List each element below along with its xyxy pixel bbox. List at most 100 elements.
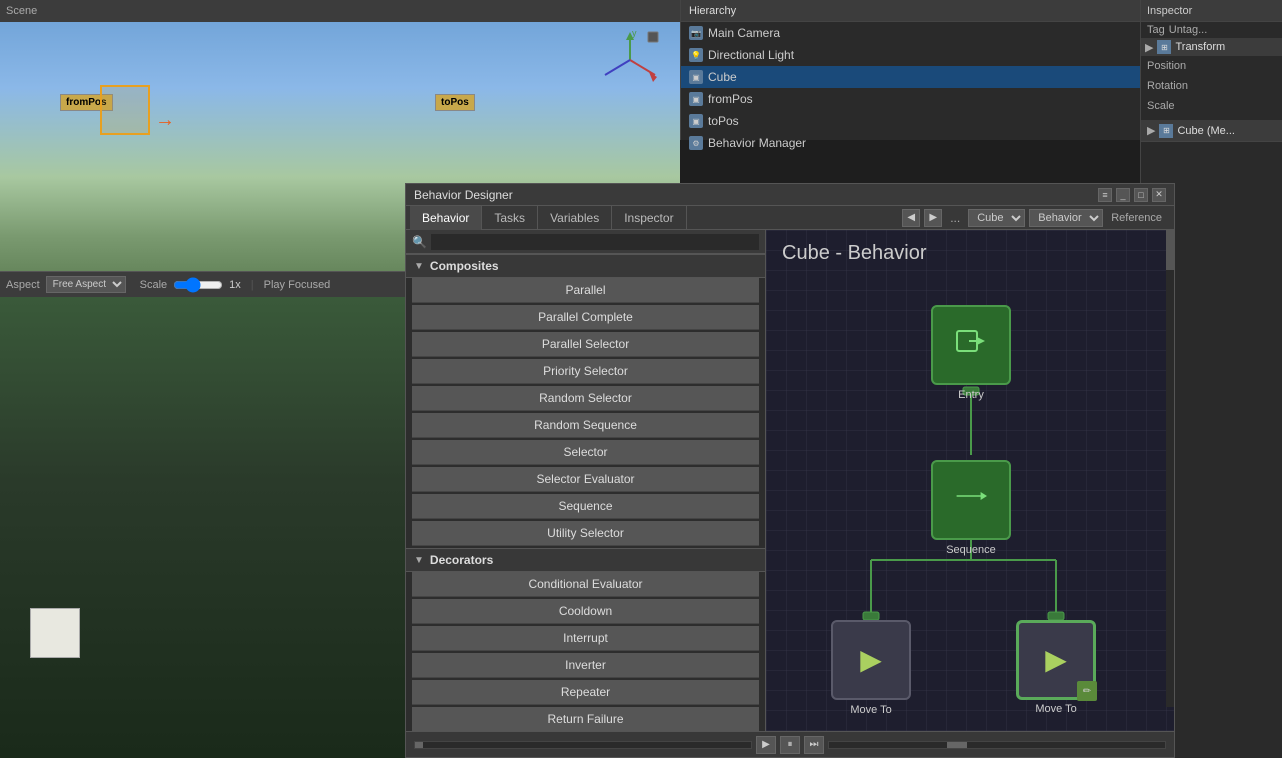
moveto2-node[interactable]: ▶ ✏ Move To <box>1016 620 1096 700</box>
tab-tasks[interactable]: Tasks <box>482 206 538 230</box>
hierarchy-item-behavior-manager[interactable]: ⚙ Behavior Manager <box>681 132 1140 154</box>
topos-icon: ▣ <box>689 114 703 128</box>
task-parallel[interactable]: Parallel <box>412 278 759 303</box>
sequence-label: Sequence <box>946 544 996 556</box>
scale-label: Scale <box>1147 100 1175 112</box>
bd-menu-btn[interactable]: ≡ <box>1098 188 1112 202</box>
bd-content: 🔍 ▼ Composites Parallel Parallel Complet… <box>406 230 1174 733</box>
composites-label: Composites <box>430 259 499 273</box>
task-selector-evaluator[interactable]: Selector Evaluator <box>412 467 759 492</box>
hierarchy-item-frompos[interactable]: ▣ fromPos <box>681 88 1140 110</box>
entry-icon <box>955 325 987 364</box>
behavior-designer: Behavior Designer ≡ _ □ ✕ Behavior Tasks… <box>405 183 1175 758</box>
task-random-selector[interactable]: Random Selector <box>412 386 759 411</box>
task-cooldown[interactable]: Cooldown <box>412 599 759 624</box>
task-repeater[interactable]: Repeater <box>412 680 759 705</box>
position-row: Position <box>1141 56 1282 76</box>
transform-expand-icon: ▶ <box>1145 41 1153 54</box>
bd-scroll-right[interactable] <box>828 741 1166 749</box>
playback-pause[interactable]: ⏸ <box>780 736 800 754</box>
graph-scrollbar-track[interactable] <box>1166 230 1174 707</box>
task-return-failure[interactable]: Return Failure <box>412 707 759 732</box>
tab-behavior[interactable]: Behavior <box>410 206 482 230</box>
hierarchy-item-label: Main Camera <box>708 26 780 40</box>
moveto1-label: Move To <box>850 704 891 716</box>
hierarchy-item-cube[interactable]: ▣ Cube <box>681 66 1140 88</box>
hierarchy-item-main-camera[interactable]: 📷 Main Camera <box>681 22 1140 44</box>
task-sequence[interactable]: Sequence <box>412 494 759 519</box>
behavior-graph[interactable]: Cube - Behavior <box>766 230 1174 733</box>
position-label: Position <box>1147 60 1186 72</box>
graph-scrollbar-thumb[interactable] <box>1166 230 1174 270</box>
inspector-title: Inspector <box>1147 5 1192 17</box>
task-selector[interactable]: Selector <box>412 440 759 465</box>
composites-arrow: ▼ <box>414 261 424 272</box>
cube-mesh-expand-icon: ▶ <box>1147 124 1155 137</box>
task-list: 🔍 ▼ Composites Parallel Parallel Complet… <box>406 230 766 733</box>
bd-reference-label: Reference <box>1111 212 1162 224</box>
moveto1-icon: ▶ <box>860 643 882 676</box>
entry-label: Entry <box>958 389 984 401</box>
bd-scroll-thumb-left[interactable] <box>415 742 423 748</box>
moveto2-node-box: ▶ ✏ Move To <box>1016 620 1096 700</box>
cube-mesh-label: Cube (Me... <box>1177 125 1234 137</box>
bd-minimize-btn[interactable]: _ <box>1116 188 1130 202</box>
svg-text:y: y <box>632 30 637 38</box>
scale-slider[interactable] <box>173 280 223 290</box>
tag-row: Tag Untag... <box>1141 22 1282 38</box>
aspect-select[interactable]: Free Aspect <box>46 276 126 293</box>
tab-inspector[interactable]: Inspector <box>612 206 686 230</box>
task-search-input[interactable] <box>431 234 759 250</box>
transform-header: ▶ ⊞ Transform <box>1141 38 1282 56</box>
bd-nav-area: ◀ ▶ ... Cube Behavior Reference <box>902 209 1170 227</box>
bd-scroll-thumb-right[interactable] <box>947 742 967 748</box>
hierarchy-item-directional-light[interactable]: 💡 Directional Light <box>681 44 1140 66</box>
category-decorators[interactable]: ▼ Decorators <box>406 548 765 572</box>
task-interrupt[interactable]: Interrupt <box>412 626 759 651</box>
scale-value: 1x <box>229 279 241 291</box>
bd-object-selector[interactable]: Cube <box>968 209 1025 227</box>
task-inverter[interactable]: Inverter <box>412 653 759 678</box>
behavior-manager-icon: ⚙ <box>689 136 703 150</box>
bd-maximize-btn[interactable]: □ <box>1134 188 1148 202</box>
sequence-node-box: Sequence <box>931 460 1011 540</box>
entry-node[interactable]: Entry <box>931 305 1011 385</box>
hierarchy-item-label: Behavior Manager <box>708 136 806 150</box>
playback-step[interactable]: ⏭ <box>804 736 824 754</box>
cube-mesh-header: ▶ ⊞ Cube (Me... <box>1141 120 1282 142</box>
tag-label: Tag <box>1147 24 1165 36</box>
task-random-sequence[interactable]: Random Sequence <box>412 413 759 438</box>
separator: | <box>251 279 254 291</box>
scene-cube-selected <box>100 85 150 135</box>
hierarchy-item-topos[interactable]: ▣ toPos <box>681 110 1140 132</box>
moveto1-node[interactable]: ▶ Move To <box>831 620 911 700</box>
task-scroll-area[interactable]: ▼ Composites Parallel Parallel Complete … <box>406 254 765 733</box>
task-priority-selector[interactable]: Priority Selector <box>412 359 759 384</box>
bd-close-btn[interactable]: ✕ <box>1152 188 1166 202</box>
category-composites[interactable]: ▼ Composites <box>406 254 765 278</box>
bd-nav-next[interactable]: ▶ <box>924 209 942 227</box>
bd-title: Behavior Designer <box>414 188 513 202</box>
bd-scroll-left[interactable] <box>414 741 752 749</box>
task-parallel-complete[interactable]: Parallel Complete <box>412 305 759 330</box>
playback-play[interactable]: ▶ <box>756 736 776 754</box>
aspect-label: Aspect <box>6 279 40 291</box>
cube-mesh-icon: ⊞ <box>1159 124 1173 138</box>
task-utility-selector[interactable]: Utility Selector <box>412 521 759 546</box>
transform-grid-icon: ⊞ <box>1157 40 1171 54</box>
sequence-node[interactable]: Sequence <box>931 460 1011 540</box>
tab-variables[interactable]: Variables <box>538 206 612 230</box>
task-parallel-selector[interactable]: Parallel Selector <box>412 332 759 357</box>
scene-toolbar-label: Scene <box>6 5 37 17</box>
hierarchy-item-label: Directional Light <box>708 48 794 62</box>
scene-toolbar: Scene <box>0 0 680 22</box>
scale-label: Scale <box>140 279 168 291</box>
task-conditional-evaluator[interactable]: Conditional Evaluator <box>412 572 759 597</box>
hierarchy-item-label: Cube <box>708 70 737 84</box>
bd-nav-prev[interactable]: ◀ <box>902 209 920 227</box>
rotation-row: Rotation <box>1141 76 1282 96</box>
frompos-icon: ▣ <box>689 92 703 106</box>
bd-behavior-selector[interactable]: Behavior <box>1029 209 1103 227</box>
tag-value: Untag... <box>1169 24 1208 36</box>
scale-row: Scale <box>1141 96 1282 116</box>
